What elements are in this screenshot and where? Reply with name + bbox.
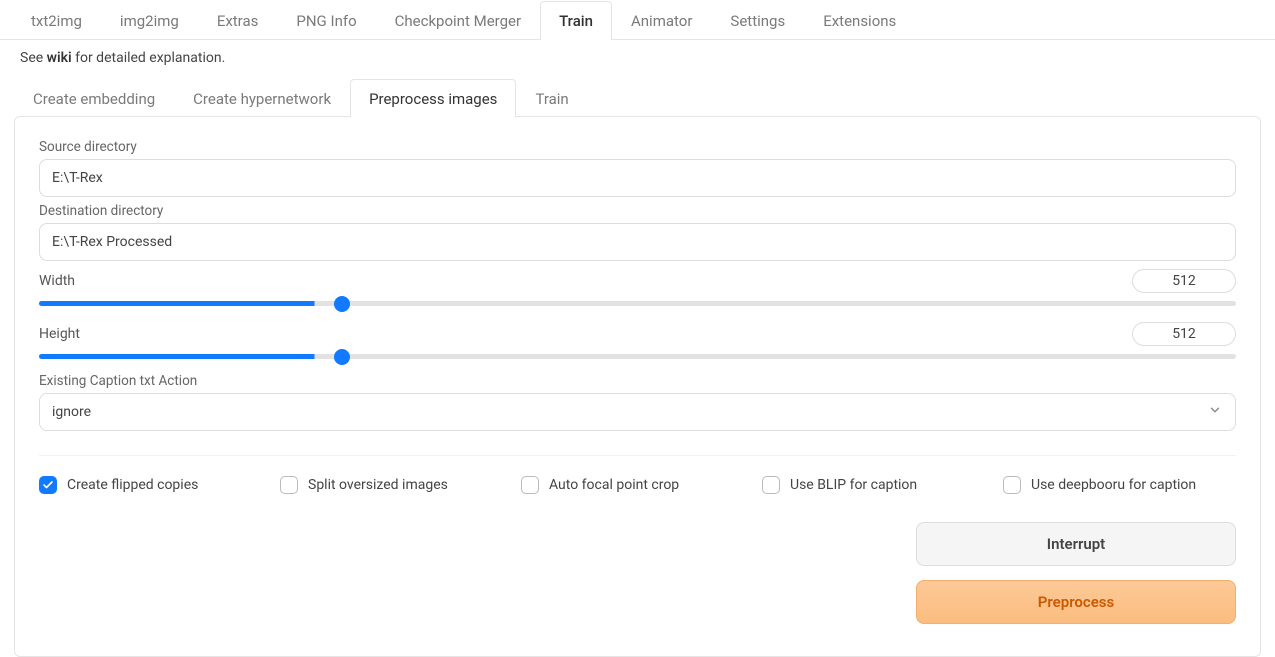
source-dir-label: Source directory [39,139,1236,155]
wiki-link[interactable]: wiki [47,50,72,66]
check-label: Use BLIP for caption [790,477,917,493]
wiki-pre: See [20,50,47,66]
subtab-create-embedding[interactable]: Create embedding [14,79,174,118]
check-label: Create flipped copies [67,477,198,493]
check-label: Auto focal point crop [549,477,679,493]
check-label: Use deepbooru for caption [1031,477,1196,493]
subtab-train[interactable]: Train [516,79,587,118]
tab-extras[interactable]: Extras [198,1,278,40]
checkbox-icon [521,476,539,494]
main-tabs: txt2img img2img Extras PNG Info Checkpoi… [0,0,1275,40]
tab-settings[interactable]: Settings [711,1,804,40]
action-buttons: Interrupt Preprocess [39,522,1236,624]
checkbox-icon [280,476,298,494]
width-value-input[interactable] [1132,269,1236,293]
preprocess-button[interactable]: Preprocess [916,580,1236,624]
caption-action-label: Existing Caption txt Action [39,373,1236,389]
options-row: Create flipped copies Split oversized im… [39,455,1236,498]
tab-txt2img[interactable]: txt2img [12,1,101,40]
tab-img2img[interactable]: img2img [101,1,198,40]
subtab-preprocess-images[interactable]: Preprocess images [350,79,516,118]
wiki-post: for detailed explanation. [72,50,226,66]
tab-animator[interactable]: Animator [612,1,711,40]
dest-dir-label: Destination directory [39,203,1236,219]
tab-pnginfo[interactable]: PNG Info [277,1,375,40]
preprocess-panel: Source directory Destination directory W… [14,116,1261,657]
train-sub-tabs: Create embedding Create hypernetwork Pre… [14,78,1261,117]
height-slider[interactable] [39,354,1236,359]
checkbox-icon [762,476,780,494]
width-label: Width [39,273,75,289]
check-auto-focal[interactable]: Auto focal point crop [521,476,754,494]
source-dir-input[interactable] [39,159,1236,197]
check-flipped-copies[interactable]: Create flipped copies [39,476,272,494]
subtab-create-hypernetwork[interactable]: Create hypernetwork [174,79,350,118]
check-split-oversized[interactable]: Split oversized images [280,476,513,494]
check-blip[interactable]: Use BLIP for caption [762,476,995,494]
checkbox-icon [1003,476,1021,494]
tab-checkpoint-merger[interactable]: Checkpoint Merger [376,1,540,40]
dest-dir-input[interactable] [39,223,1236,261]
width-slider[interactable] [39,301,1236,306]
caption-action-select[interactable]: ignore [39,393,1236,431]
wiki-hint: See wiki for detailed explanation. [0,40,1275,78]
height-value-input[interactable] [1132,322,1236,346]
tab-extensions[interactable]: Extensions [804,1,915,40]
checkbox-icon [39,476,57,494]
tab-train[interactable]: Train [540,1,612,40]
check-label: Split oversized images [308,477,448,493]
interrupt-button[interactable]: Interrupt [916,522,1236,566]
height-label: Height [39,326,80,342]
check-deepbooru[interactable]: Use deepbooru for caption [1003,476,1236,494]
